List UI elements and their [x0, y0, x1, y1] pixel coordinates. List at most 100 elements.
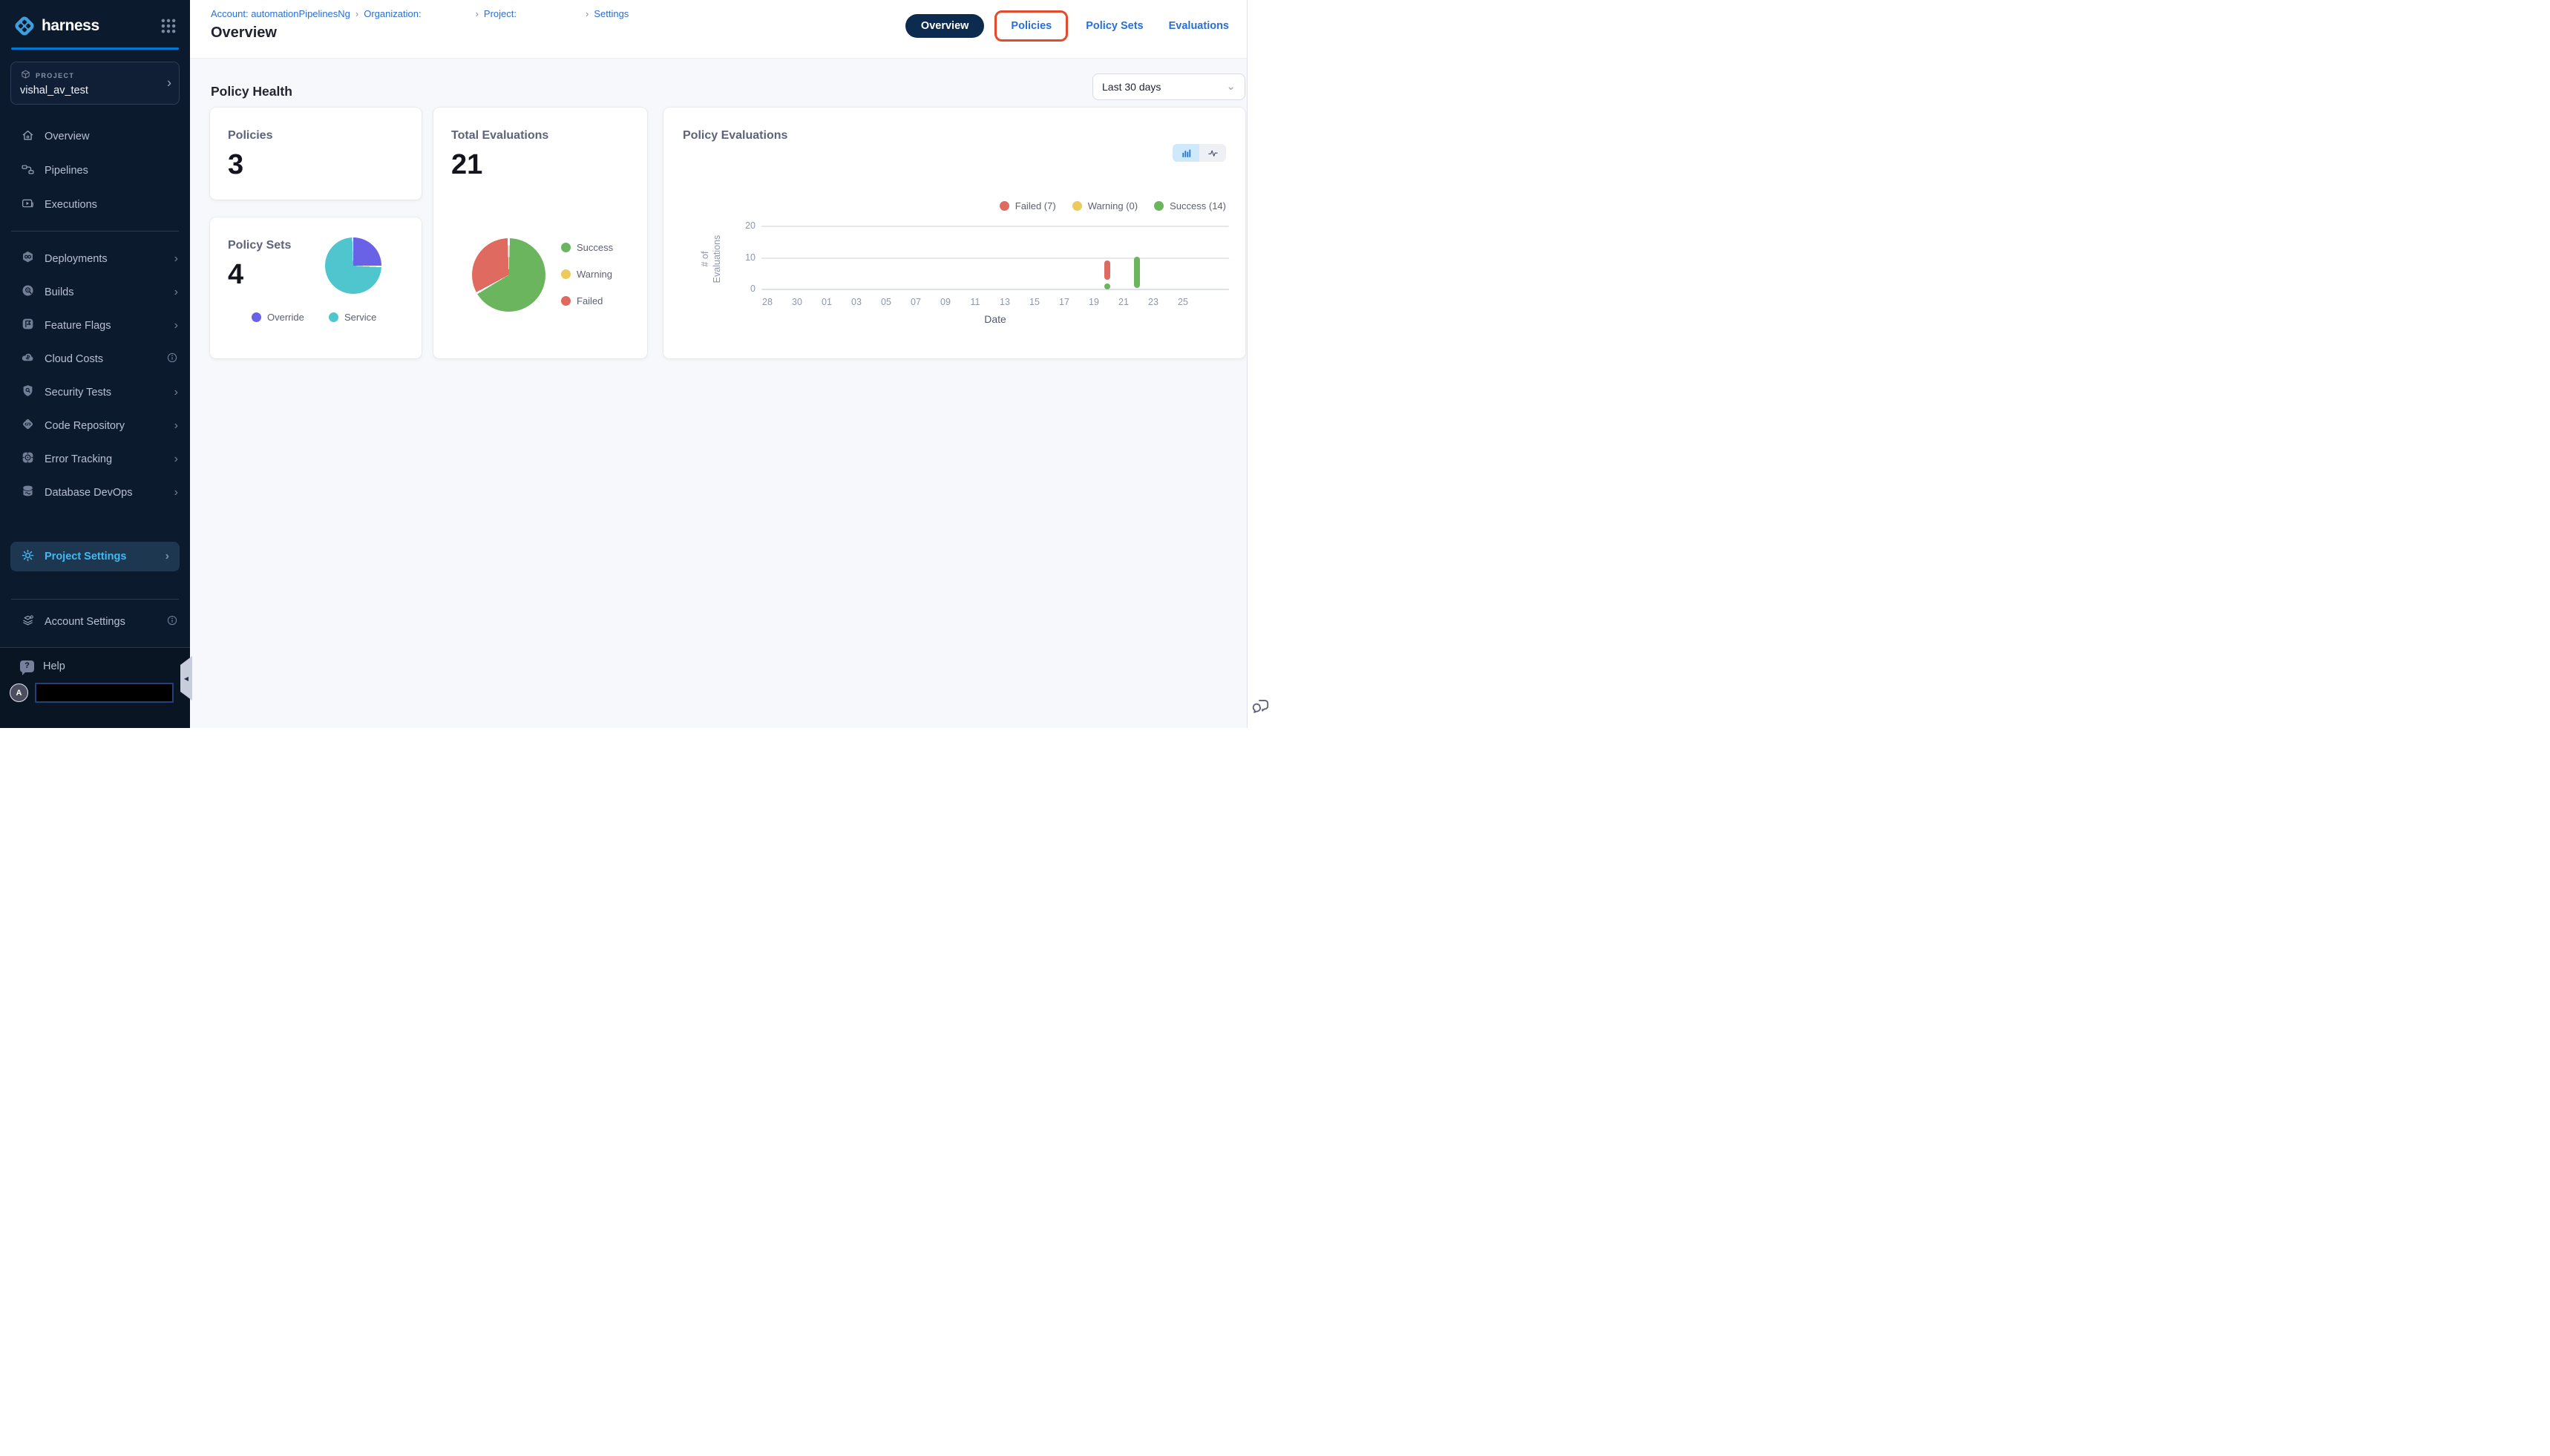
x-axis-label: Date — [761, 313, 1229, 325]
tab-policies[interactable]: Policies — [994, 10, 1068, 42]
info-icon — [166, 614, 178, 629]
shield-icon — [21, 384, 35, 401]
sidebar-item-security-tests[interactable]: Security Tests › — [0, 376, 190, 409]
legend-item-override: Override — [252, 312, 304, 323]
sidebar-item-executions[interactable]: Executions — [0, 188, 190, 222]
x-tick: 11 — [960, 297, 990, 307]
bar-success-day22[interactable] — [1134, 257, 1140, 288]
tab-policy-sets[interactable]: Policy Sets — [1078, 16, 1150, 36]
chevron-right-icon: › — [174, 286, 178, 298]
app-launcher-icon[interactable] — [159, 16, 178, 36]
gear-icon — [21, 548, 35, 565]
help-label: Help — [43, 660, 65, 672]
avatar[interactable]: A — [10, 683, 28, 702]
legend-item-failed: Failed — [561, 295, 603, 306]
x-tick: 13 — [990, 297, 1020, 307]
line-chart-toggle-icon[interactable] — [1199, 144, 1226, 162]
layers-icon — [21, 614, 35, 631]
x-tick: 15 — [1020, 297, 1049, 307]
sidebar-item-database-devops[interactable]: Database DevOps › — [0, 476, 190, 509]
project-name: vishal_av_test — [20, 85, 170, 96]
legend-item-failed: Failed (7) — [1000, 200, 1056, 211]
x-tick: 01 — [812, 297, 842, 307]
chevron-right-icon: › — [355, 8, 358, 19]
nav-divider — [11, 599, 179, 600]
sidebar-item-error-tracking[interactable]: Error Tracking › — [0, 442, 190, 476]
y-tick: 10 — [732, 252, 756, 263]
x-tick: 17 — [1049, 297, 1079, 307]
date-range-value: Last 30 days — [1102, 81, 1226, 93]
legend-label: Success (14) — [1170, 200, 1226, 211]
info-icon — [166, 352, 178, 367]
user-menu[interactable]: A — [0, 672, 190, 703]
project-selector[interactable]: PROJECT vishal_av_test › — [10, 62, 180, 105]
brand-name: harness — [42, 17, 99, 35]
bar-failed-day20[interactable] — [1104, 260, 1110, 280]
chevron-right-icon: › — [167, 76, 171, 91]
evaluations-pie-chart — [472, 238, 545, 312]
sidebar-item-label: Pipelines — [45, 165, 178, 177]
sidebar-item-feature-flags[interactable]: Feature Flags › — [0, 309, 190, 342]
sidebar-item-label: Overview — [45, 131, 178, 142]
legend-item-success: Success — [561, 242, 613, 253]
database-icon — [21, 484, 35, 501]
chevron-right-icon: › — [174, 253, 178, 265]
help-button[interactable]: ? Help — [0, 648, 190, 672]
breadcrumb-account[interactable]: Account: automationPipelinesNg — [211, 8, 350, 19]
x-tick: 03 — [842, 297, 871, 307]
chevron-right-icon: › — [174, 487, 178, 499]
sidebar-item-deployments[interactable]: Deployments › — [0, 242, 190, 275]
sidebar-item-project-settings[interactable]: Project Settings › — [10, 542, 180, 571]
home-icon — [21, 128, 35, 145]
sidebar-footer: ? Help A — [0, 647, 190, 728]
chevron-right-icon: › — [174, 420, 178, 432]
nav-divider — [11, 231, 179, 232]
bar-chart-toggle-icon[interactable] — [1173, 144, 1199, 162]
sidebar-item-label: Executions — [45, 199, 178, 211]
breadcrumb: Account: automationPipelinesNg › Organiz… — [211, 8, 629, 19]
x-tick: 21 — [1109, 297, 1138, 307]
policy-sets-pie-chart — [325, 237, 381, 294]
top-tabs: Overview Policies Policy Sets Evaluation… — [905, 10, 1236, 42]
date-range-select[interactable]: Last 30 days ⌄ — [1092, 73, 1245, 100]
sidebar-item-account-settings[interactable]: Account Settings — [0, 605, 190, 639]
bar-success-day20[interactable] — [1104, 283, 1110, 289]
error-tracking-icon — [21, 450, 35, 468]
tab-overview[interactable]: Overview — [905, 14, 985, 38]
sidebar-item-label: Security Tests — [45, 387, 165, 399]
sidebar-item-code-repository[interactable]: Code Repository › — [0, 409, 190, 442]
legend-dot — [561, 296, 571, 306]
chevron-right-icon: › — [476, 8, 479, 19]
support-chat-icon[interactable] — [1251, 696, 1271, 719]
y-tick: 0 — [732, 283, 756, 294]
gridline-10 — [761, 258, 1229, 259]
cloud-costs-icon — [21, 350, 35, 367]
legend-label: Override — [267, 312, 304, 323]
card-title: Total Evaluations — [451, 129, 548, 142]
legend-item-warning: Warning (0) — [1072, 200, 1138, 211]
tab-evaluations[interactable]: Evaluations — [1161, 16, 1236, 36]
legend-label: Failed — [577, 295, 603, 306]
legend-item-warning: Warning — [561, 269, 612, 280]
chevron-right-icon: › — [174, 453, 178, 465]
help-chat-icon: ? — [20, 660, 34, 672]
sidebar-item-label: Database DevOps — [45, 487, 165, 499]
breadcrumb-project[interactable]: Project: — [484, 8, 517, 19]
chevron-right-icon: › — [165, 551, 169, 563]
chevron-right-icon: › — [174, 387, 178, 399]
breadcrumb-organization[interactable]: Organization: — [364, 8, 421, 19]
sidebar-item-label: Account Settings — [45, 616, 157, 628]
sidebar-item-pipelines[interactable]: Pipelines — [0, 154, 190, 188]
sidebar-item-cloud-costs[interactable]: Cloud Costs — [0, 342, 190, 376]
policy-evaluations-card: Policy Evaluations — [663, 108, 1245, 358]
sidebar-item-overview[interactable]: Overview — [0, 119, 190, 154]
sidebar-item-builds[interactable]: Builds › — [0, 275, 190, 309]
section-title: Policy Health — [211, 84, 292, 99]
breadcrumb-settings[interactable]: Settings — [594, 8, 629, 19]
card-title: Policies — [228, 129, 272, 142]
sidebar-item-label: Feature Flags — [45, 320, 165, 332]
legend-label: Warning — [577, 269, 612, 280]
sidebar-item-label: Cloud Costs — [45, 353, 157, 365]
total-evaluations-card: Total Evaluations 21 Success Warning Fai… — [433, 108, 647, 358]
chevron-right-icon: › — [586, 8, 589, 19]
